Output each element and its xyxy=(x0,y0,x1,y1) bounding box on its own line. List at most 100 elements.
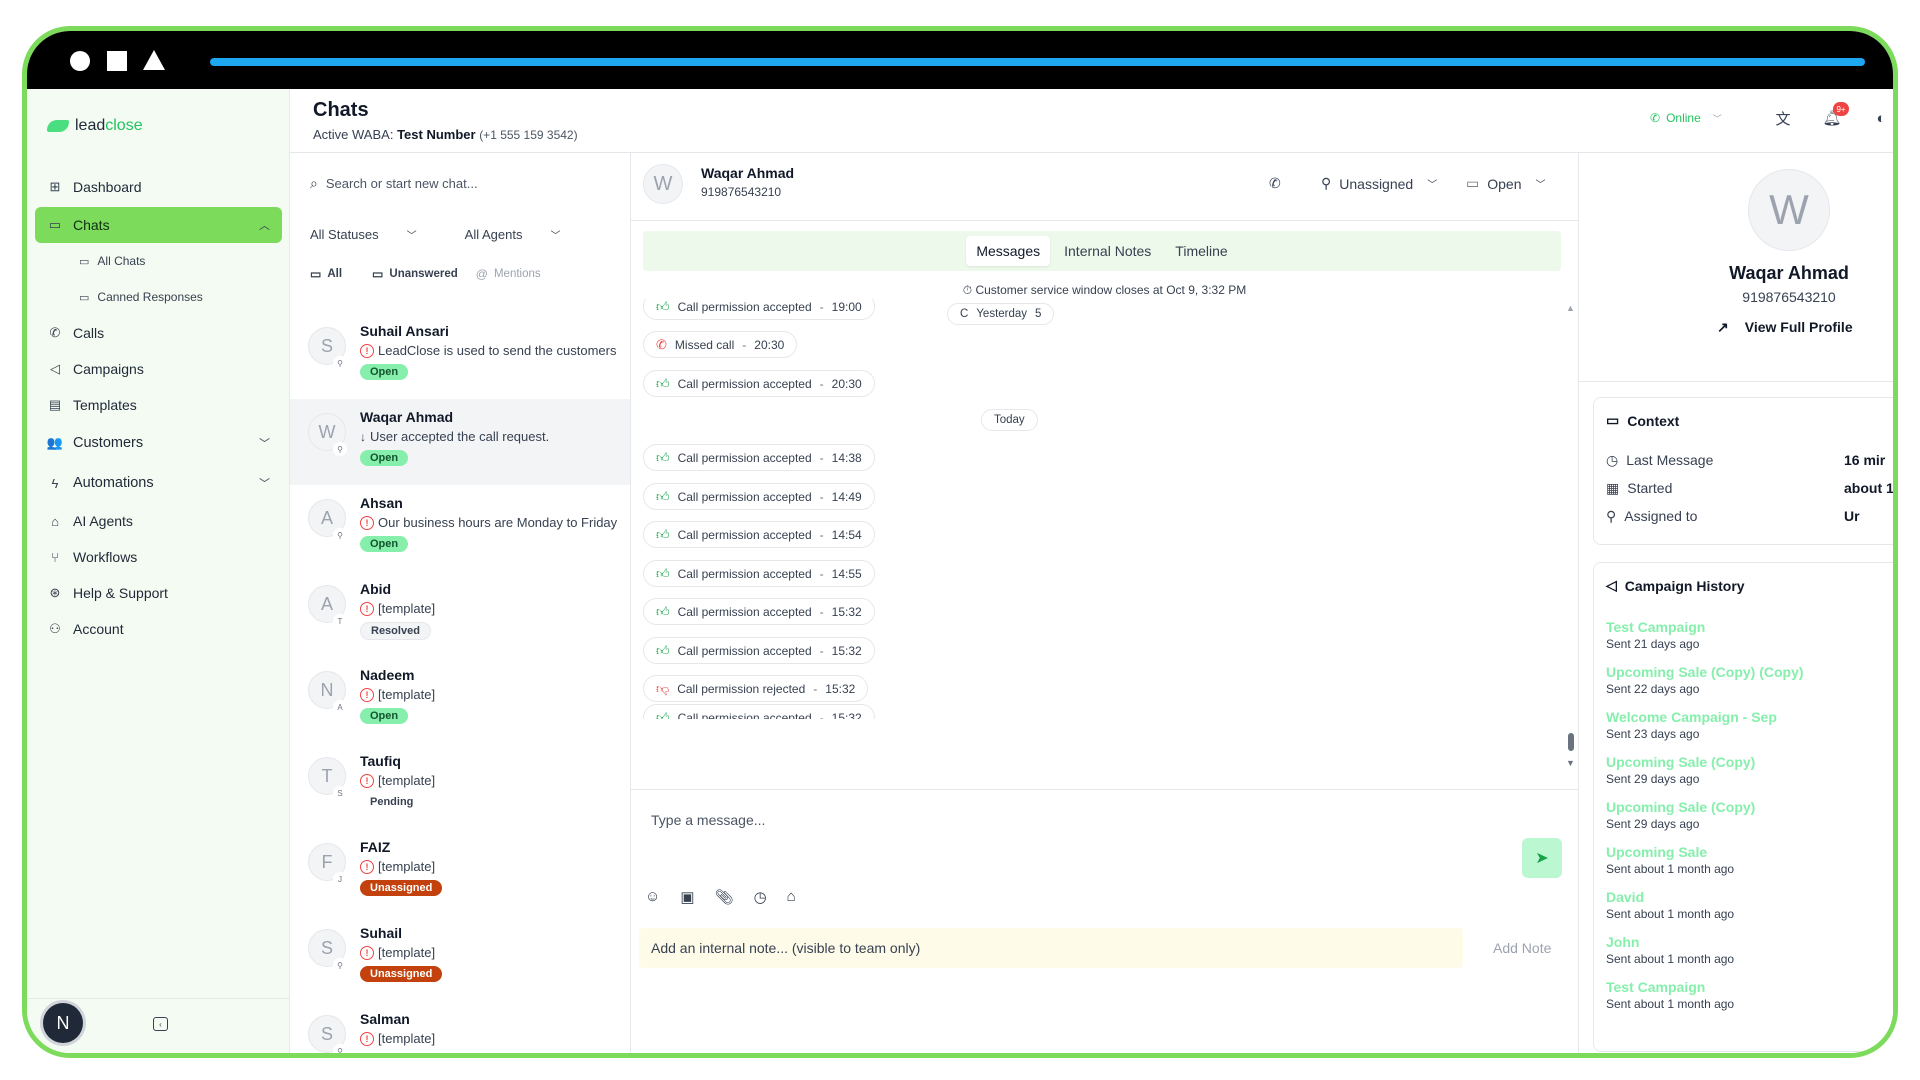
view-full-profile-link[interactable]: ↗ View Full Profile xyxy=(1717,319,1853,336)
attachment-icon[interactable]: 📎︎ xyxy=(715,888,734,906)
sidebar-item-automations[interactable]: ϟ Automations ﹀ xyxy=(35,463,282,503)
sidebar-item-campaigns[interactable]: ◁ Campaigns xyxy=(35,351,282,387)
stop-square-icon[interactable] xyxy=(107,51,127,71)
contact-phone: 919876543210 xyxy=(701,185,782,199)
campaign-name[interactable]: John xyxy=(1606,934,1734,950)
avatar: TS xyxy=(308,757,347,800)
status-select[interactable]: ▭ Open ﹀ xyxy=(1466,175,1545,192)
chat-icon: ▭ xyxy=(310,267,322,281)
sidebar-item-ai-agents[interactable]: ⌂ AI Agents xyxy=(35,503,282,539)
list-item[interactable]: S ⚲ Suhail Ansari ! LeadClose is used to s… xyxy=(290,313,630,399)
campaign-name[interactable]: Welcome Campaign - Sep xyxy=(1606,709,1777,725)
collapse-sidebar-icon[interactable]: ‹ xyxy=(153,1017,168,1031)
scrollbar-thumb[interactable] xyxy=(1568,733,1574,751)
context-label: Last Message xyxy=(1626,452,1714,468)
campaign-item[interactable]: Upcoming Sale (Copy) Sent 29 days ago xyxy=(1606,799,1755,831)
scroll-down-icon[interactable]: ▼ xyxy=(1566,758,1575,768)
chat-list-panel: ⌕ Search or start new chat... All Status… xyxy=(290,153,631,1053)
tab-all[interactable]: ▭ All xyxy=(310,267,342,281)
sidebar-item-help[interactable]: ⊛ Help & Support xyxy=(35,575,282,611)
campaign-name[interactable]: Test Campaign xyxy=(1606,979,1734,995)
chat-preview-text: [template] xyxy=(378,859,436,874)
campaign-item[interactable]: Test Campaign Sent 21 days ago xyxy=(1606,619,1705,651)
sidebar-item-canned-responses[interactable]: ▭ Canned Responses xyxy=(35,279,282,315)
list-item[interactable]: A ⚲ Ahsan ! Our business hours are Monday … xyxy=(290,485,630,571)
campaign-name[interactable]: Upcoming Sale (Copy) xyxy=(1606,754,1755,770)
send-icon: ➤ xyxy=(1535,850,1549,867)
send-button[interactable]: ➤ xyxy=(1522,838,1562,878)
message-text: Call permission accepted xyxy=(677,566,812,581)
list-item[interactable]: AT Abid ! [template] Resolved xyxy=(290,571,630,657)
sidebar-item-all-chats[interactable]: ▭ All Chats xyxy=(35,243,282,279)
campaign-name[interactable]: Test Campaign xyxy=(1606,619,1705,635)
chevron-down-icon[interactable]: ﹀ xyxy=(259,435,270,451)
assignee-select[interactable]: ⚲ Unassigned ﹀ xyxy=(1321,175,1437,192)
emoji-icon[interactable]: ☺ xyxy=(645,888,660,906)
nav: ⊞ Dashboard ▭ Chats ︿ ▭ All Chats ▭ Canned Re… xyxy=(35,169,282,647)
sidebar-item-label: AI Agents xyxy=(73,513,133,529)
avatar: NA xyxy=(308,671,347,714)
date-divider-yesterday[interactable]: C Yesterday 5 xyxy=(947,303,1055,325)
tab-messages[interactable]: Messages xyxy=(966,236,1051,266)
campaign-name[interactable]: Upcoming Sale xyxy=(1606,844,1734,860)
image-icon[interactable]: ▣ xyxy=(680,888,694,906)
sidebar-item-calls[interactable]: ✆ Calls xyxy=(35,315,282,351)
list-item[interactable]: FJ FAIZ ! [template] Unassigned xyxy=(290,829,630,915)
bot-icon[interactable]: ⌂ xyxy=(787,888,796,906)
campaign-item[interactable]: David Sent about 1 month ago xyxy=(1606,889,1734,921)
list-item[interactable]: NA Nadeem ! [template] Open xyxy=(290,657,630,743)
sidebar-item-workflows[interactable]: ⑂ Workflows xyxy=(35,539,282,575)
list-item[interactable]: TS Taufiq ! [template] Pending xyxy=(290,743,630,829)
chat-preview: ! [template] xyxy=(360,945,630,960)
palette-icon[interactable]: ◐ xyxy=(1871,108,1891,128)
message-scrollbar[interactable]: ▲ ▼ xyxy=(1566,303,1576,773)
logo[interactable]: leadclose xyxy=(47,117,143,135)
play-triangle-icon[interactable] xyxy=(143,50,165,70)
tab-timeline[interactable]: Timeline xyxy=(1165,236,1237,266)
add-note-button[interactable]: Add Note xyxy=(1493,940,1551,956)
sidebar-item-account[interactable]: ⚇ Account xyxy=(35,611,282,647)
clock-icon[interactable]: ◷ xyxy=(754,888,767,906)
users-icon: 👥 xyxy=(46,435,64,450)
list-item[interactable]: W ⚲ Waqar Ahmad ↓ User accepted the call r… xyxy=(290,399,630,485)
tab-mentions[interactable]: @ Mentions xyxy=(476,267,541,281)
campaign-item[interactable]: Welcome Campaign - Sep Sent 23 days ago xyxy=(1606,709,1777,741)
status-badge: Unassigned xyxy=(360,880,443,896)
campaign-item[interactable]: John Sent about 1 month ago xyxy=(1606,934,1734,966)
chevron-down-icon[interactable]: ﹀ xyxy=(259,475,270,491)
campaign-name[interactable]: David xyxy=(1606,889,1734,905)
agent-filter-select[interactable]: All Agents ﹀ xyxy=(465,227,561,242)
campaign-item[interactable]: Upcoming Sale (Copy) Sent 29 days ago xyxy=(1606,754,1755,786)
campaign-name[interactable]: Upcoming Sale (Copy) (Copy) xyxy=(1606,664,1804,680)
message-text: Call permission accepted xyxy=(677,376,812,391)
bell-icon[interactable]: 🔔︎ 9+ xyxy=(1822,102,1849,128)
sidebar-item-chats[interactable]: ▭ Chats ︿ xyxy=(35,207,282,243)
translate-icon[interactable]: 文 xyxy=(1773,108,1793,128)
list-item[interactable]: S ⚲ Suhail ! [template] Unassigned xyxy=(290,915,630,1001)
chat-preview: ! [template] xyxy=(360,601,630,616)
tab-internal-notes[interactable]: Internal Notes xyxy=(1054,236,1161,266)
call-button[interactable]: ✆ xyxy=(1269,175,1281,192)
online-status-toggle[interactable]: ✆ Online ﹀ xyxy=(1650,111,1722,125)
tab-unanswered[interactable]: ▭ Unanswered xyxy=(372,267,458,281)
internal-note-input[interactable]: Add an internal note... (visible to team… xyxy=(639,928,1463,968)
record-circle-icon[interactable] xyxy=(70,51,90,71)
message-input[interactable]: Type a message... xyxy=(651,812,765,828)
campaign-item[interactable]: Upcoming Sale (Copy) (Copy) Sent 22 days … xyxy=(1606,664,1804,696)
sidebar-item-customers[interactable]: 👥 Customers ﹀ xyxy=(35,423,282,463)
campaign-sent: Sent 23 days ago xyxy=(1606,727,1700,741)
composer-tools: ☺ ▣ 📎︎ ◷ ⌂ xyxy=(645,888,796,906)
sidebar-item-label: Account xyxy=(73,621,124,637)
status-filter-select[interactable]: All Statuses ﹀ xyxy=(310,227,417,242)
list-item[interactable]: S ⚲ Salman ! [template] xyxy=(290,1001,630,1053)
sidebar-item-templates[interactable]: ▤ Templates xyxy=(35,387,282,423)
message-text: Call permission accepted xyxy=(677,527,812,542)
campaign-item[interactable]: Test Campaign Sent about 1 month ago xyxy=(1606,979,1734,1011)
scroll-up-icon[interactable]: ▲ xyxy=(1566,303,1575,313)
campaign-name[interactable]: Upcoming Sale (Copy) xyxy=(1606,799,1755,815)
sidebar-item-dashboard[interactable]: ⊞ Dashboard xyxy=(35,169,282,205)
campaign-item[interactable]: Upcoming Sale Sent about 1 month ago xyxy=(1606,844,1734,876)
chat-preview: ! Our business hours are Monday to Friday xyxy=(360,515,630,530)
search-input[interactable]: ⌕ Search or start new chat... xyxy=(310,175,478,192)
avatar[interactable]: N xyxy=(43,1003,83,1043)
